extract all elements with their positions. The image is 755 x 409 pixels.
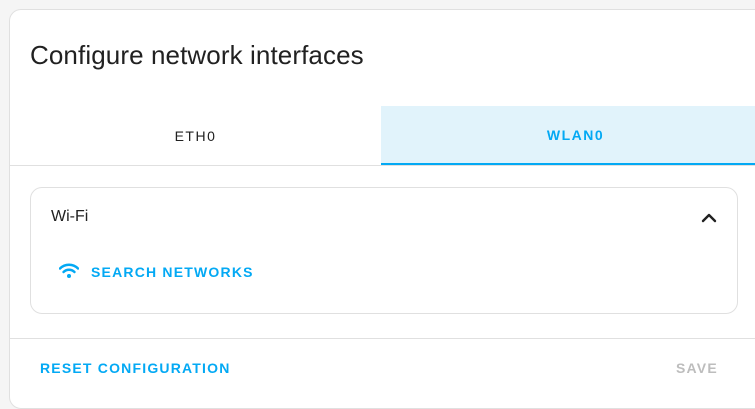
wifi-icon — [58, 263, 91, 282]
search-networks-label: SEARCH NETWORKS — [91, 264, 254, 280]
wifi-panel-title: Wi-Fi — [51, 208, 89, 225]
interface-tabs: ETH0 WLAN0 — [10, 106, 755, 166]
tab-eth0[interactable]: ETH0 — [10, 106, 381, 165]
dialog-title: Configure network interfaces — [30, 40, 364, 70]
tab-wlan0[interactable]: WLAN0 — [381, 106, 755, 165]
footer-divider — [10, 338, 755, 339]
save-button[interactable]: SAVE — [676, 360, 718, 376]
chevron-up-icon[interactable] — [699, 208, 719, 228]
wifi-panel: Wi-Fi SEARCH NETWORKS — [30, 187, 738, 314]
reset-configuration-button[interactable]: RESET CONFIGURATION — [40, 360, 231, 376]
configure-network-dialog: Configure network interfaces ETH0 WLAN0 … — [9, 9, 755, 409]
search-networks-button[interactable]: SEARCH NETWORKS — [58, 260, 254, 284]
